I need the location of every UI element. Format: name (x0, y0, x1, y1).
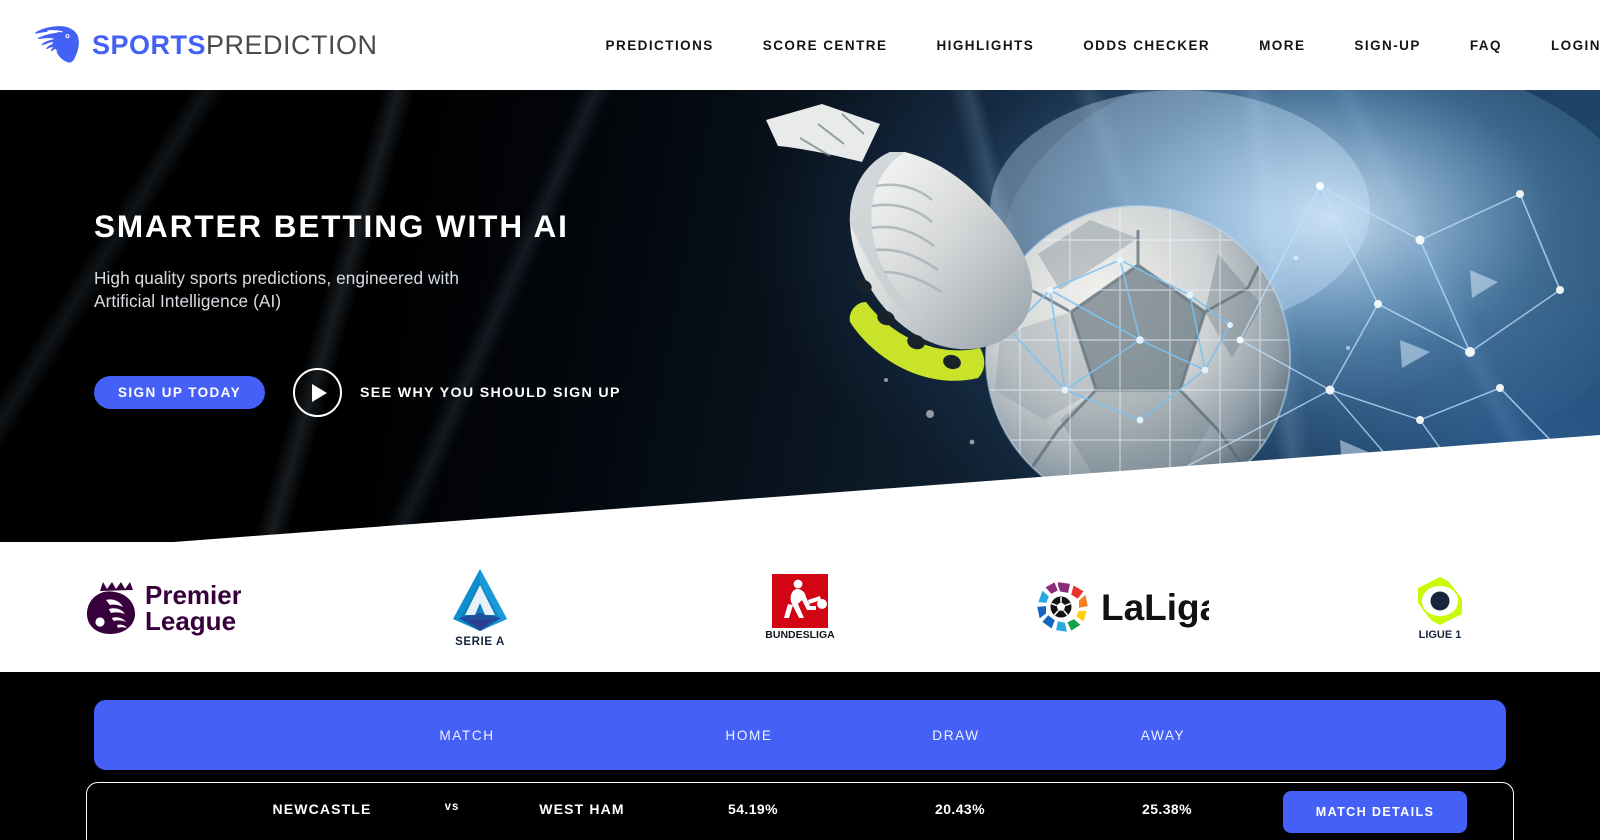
row-away-percent: 25.38% (1142, 801, 1192, 817)
hero-title: SMARTER BETTING WITH AI (94, 208, 569, 244)
column-header-away: AWAY (1140, 727, 1186, 743)
nav-item-highlights[interactable]: HIGHLIGHTS (936, 30, 1034, 61)
league-item-premier-league[interactable]: Premier League (0, 542, 320, 672)
hero-subtitle-line-1: High quality sports predictions, enginee… (94, 268, 459, 288)
brand-name-secondary: PREDICTION (206, 29, 378, 60)
play-triangle-icon (311, 383, 327, 402)
nav-item-score-centre[interactable]: SCORE CENTRE (763, 30, 888, 61)
nav-item-sign-up[interactable]: SIGN-UP (1354, 30, 1420, 61)
page-root: SPORTSPREDICTION PREDICTIONS SCORE CENTR… (0, 0, 1600, 840)
row-away-team: WEST HAM (539, 801, 625, 817)
brand-logo[interactable]: SPORTSPREDICTION (32, 22, 378, 68)
league-logos-strip: Premier League SERIE A BUNDESLIGA LaLiga… (0, 542, 1600, 672)
row-draw-percent: 20.43% (935, 801, 985, 817)
nav-item-login[interactable]: LOGIN (1551, 30, 1600, 61)
column-header-draw: DRAW (932, 727, 980, 743)
ligue-1-logo-icon: LIGUE 1 (1418, 577, 1462, 641)
top-navbar: SPORTSPREDICTION PREDICTIONS SCORE CENTR… (0, 0, 1600, 90)
league-item-bundesliga[interactable]: BUNDESLIGA (640, 542, 960, 672)
see-why-video-link[interactable]: SEE WHY YOU SHOULD SIGN UP (292, 368, 621, 418)
league-item-ligue-1[interactable]: LIGUE 1 (1280, 542, 1600, 672)
table-row[interactable]: NEWCASTLE vs WEST HAM 54.19% 20.43% 25.3… (86, 782, 1514, 840)
hero-subtitle-line-2: Artificial Intelligence (AI) (94, 290, 282, 311)
serie-a-caption: SERIE A (455, 635, 505, 648)
brand-wordmark: SPORTSPREDICTION (92, 30, 378, 61)
see-why-label: SEE WHY YOU SHOULD SIGN UP (359, 384, 621, 401)
bundesliga-logo-icon: BUNDESLIGA (765, 574, 835, 640)
league-item-laliga[interactable]: LaLiga (960, 542, 1280, 672)
row-home-team: NEWCASTLE (272, 801, 372, 817)
serie-a-logo-icon (453, 568, 507, 631)
row-vs-label: vs (444, 801, 460, 813)
hero-content: SMARTER BETTING WITH AI High quality spo… (94, 208, 621, 418)
row-home-percent: 54.19% (728, 801, 778, 817)
nav-item-more[interactable]: MORE (1259, 30, 1305, 61)
nav-item-odds-checker[interactable]: ODDS CHECKER (1083, 30, 1210, 61)
premier-league-lion-logo-icon: Premier League (87, 580, 241, 636)
column-header-match: MATCH (439, 727, 495, 743)
sign-up-today-button[interactable]: SIGN UP TODAY (94, 376, 265, 410)
svg-text:League: League (145, 606, 236, 636)
column-header-home: HOME (725, 727, 773, 743)
predictions-table: MATCH HOME DRAW AWAY NEWCASTLE vs WEST H… (0, 672, 1600, 840)
hero-cta-group: SIGN UP TODAY SEE WHY YOU SHOULD SIGN UP (94, 368, 621, 418)
predictions-table-header: MATCH HOME DRAW AWAY (94, 700, 1506, 770)
svg-text:LIGUE 1: LIGUE 1 (1419, 629, 1462, 641)
main-nav: PREDICTIONS SCORE CENTRE HIGHLIGHTS ODDS… (606, 30, 1600, 61)
laliga-logo-icon: LaLiga (1034, 579, 1209, 635)
svg-text:BUNDESLIGA: BUNDESLIGA (765, 629, 835, 640)
eagle-head-logo-icon (35, 26, 79, 63)
hero-subtitle: High quality sports predictions, enginee… (94, 267, 621, 312)
league-item-serie-a[interactable]: SERIE A (320, 542, 640, 672)
brand-name-primary: SPORTS (92, 29, 207, 60)
match-details-button[interactable]: MATCH DETAILS (1283, 791, 1467, 833)
svg-text:LaLiga: LaLiga (1101, 587, 1209, 628)
nav-item-faq[interactable]: FAQ (1470, 30, 1502, 61)
nav-item-predictions[interactable]: PREDICTIONS (606, 30, 714, 61)
hero-banner: SMARTER BETTING WITH AI High quality spo… (0, 90, 1600, 555)
play-button-circle[interactable] (292, 368, 342, 418)
